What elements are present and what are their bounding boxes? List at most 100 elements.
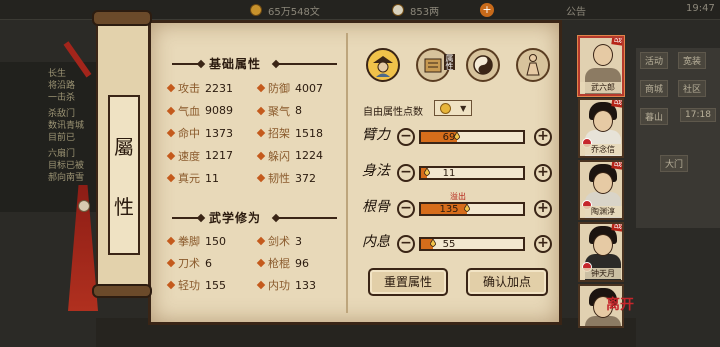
portrait-face — [593, 234, 613, 256]
stat-label: 真元 — [178, 172, 200, 185]
stat-label: 防御 — [268, 82, 290, 95]
stat-item: 枪棍 96 — [256, 255, 309, 271]
clock-readout: 19:47 — [686, 3, 715, 14]
stat-bullet — [166, 106, 176, 115]
stat-bullet — [256, 83, 266, 93]
stat-bullet — [166, 128, 176, 138]
silver-readout: 853两 — [410, 7, 440, 18]
stat-label: 聚气 — [268, 104, 290, 118]
attribute-bar: 135 — [419, 202, 525, 216]
attribute-value: 11 — [442, 168, 456, 179]
taiji-icon — [473, 55, 493, 75]
portrait-face — [593, 172, 613, 194]
side-button[interactable]: 宽装 — [678, 52, 707, 69]
stat-label: 拳脚 — [178, 235, 200, 248]
stat-value: 9089 — [205, 104, 233, 117]
stat-value: 2231 — [205, 81, 233, 95]
add-silver-button[interactable]: + — [480, 3, 494, 17]
stat-label: 躲闪 — [268, 149, 290, 163]
side-button[interactable]: 活动 — [640, 52, 669, 69]
increase-button[interactable]: + — [534, 235, 552, 253]
stat-item: 攻击 2231 — [166, 80, 233, 96]
scroll-title: 屬 性 — [108, 95, 140, 255]
character-icon — [373, 56, 393, 77]
quest-line: 郝向南雪 — [48, 173, 85, 183]
coin-icon — [439, 102, 451, 114]
decrease-button[interactable]: − — [397, 235, 415, 253]
decrease-button[interactable]: − — [397, 164, 415, 182]
stat-item: 聚气 8 — [256, 103, 302, 119]
attribute-name: 内息 — [362, 234, 390, 250]
increase-button[interactable]: + — [534, 200, 552, 218]
quest-line: 一击杀 — [48, 93, 76, 103]
party-portraits: 战武六郎战乔念信战陶渊淳战钟天月 — [578, 36, 624, 336]
quest-line: 目前已 — [48, 133, 76, 143]
increase-button[interactable]: + — [534, 164, 552, 182]
party-member-portrait[interactable]: 战陶渊淳 — [578, 160, 624, 220]
tab-attributes-tag: 属性 — [444, 54, 455, 70]
battle-badge: 战 — [611, 224, 622, 232]
side-button[interactable]: 暮山 — [640, 108, 669, 125]
attribute-name: 臂力 — [362, 127, 390, 143]
silver-icon — [392, 4, 404, 16]
side-button: 17:18 — [680, 108, 716, 122]
attribute-bar: 11 — [419, 166, 525, 180]
stat-bullet — [256, 106, 266, 115]
stat-item: 韧性 372 — [256, 170, 316, 186]
tab-taiji[interactable] — [466, 48, 500, 82]
attribute-name: 根骨 — [362, 199, 390, 215]
side-button[interactable]: 社区 — [678, 80, 707, 97]
stat-value: 6 — [205, 256, 212, 270]
side-menu — [636, 48, 720, 228]
reset-attributes-button[interactable]: 重置属性 — [368, 268, 448, 296]
stat-item: 招架 1518 — [256, 125, 323, 141]
announcement-link[interactable]: 公告 — [566, 3, 586, 18]
portrait-face — [593, 44, 613, 66]
attribute-bar: 69 — [419, 130, 525, 144]
tab-character[interactable] — [366, 48, 400, 82]
tassel-ball — [78, 200, 90, 212]
stat-item: 内功 133 — [256, 277, 316, 293]
stat-item: 剑术 3 — [256, 233, 302, 249]
stat-value: 133 — [295, 278, 316, 292]
free-points-selector[interactable]: ▼ — [434, 100, 472, 116]
party-member-portrait[interactable]: 战钟天月 — [578, 222, 624, 282]
heading-line — [279, 63, 337, 65]
leave-button[interactable]: 离开 — [606, 294, 634, 314]
stat-bullet — [166, 83, 176, 93]
stat-value: 96 — [295, 256, 309, 270]
side-button[interactable]: 商城 — [640, 80, 669, 97]
base-attributes-title: 基础属性 — [209, 57, 262, 71]
party-member-portrait[interactable]: 战武六郎 — [578, 36, 624, 96]
stat-bullet — [166, 236, 176, 246]
money-readout: 65万548文 — [268, 7, 320, 18]
stat-bullet — [166, 151, 176, 160]
party-member-portrait[interactable]: 战乔念信 — [578, 98, 624, 158]
side-button[interactable]: 大门 — [660, 155, 689, 172]
decrease-button[interactable]: − — [397, 128, 415, 146]
stat-value: 1373 — [205, 126, 233, 140]
attribute-value: 69 — [442, 132, 456, 143]
increase-button[interactable]: + — [534, 128, 552, 146]
panel-divider — [346, 33, 348, 313]
confirm-points-button[interactable]: 确认加点 — [466, 268, 548, 296]
stat-label: 攻击 — [178, 82, 200, 95]
scroll-title-top: 屬 — [114, 134, 134, 159]
stat-item: 气血 9089 — [166, 103, 233, 119]
martial-arts-title: 武学修为 — [209, 211, 262, 225]
stat-value: 1224 — [295, 149, 323, 162]
overflow-label: 溢出 — [450, 192, 466, 201]
decrease-button[interactable]: − — [397, 200, 415, 218]
stat-label: 招架 — [268, 127, 290, 140]
free-points-label: 自由属性点数 — [363, 107, 423, 118]
attribute-scroll-icon — [424, 58, 442, 73]
attribute-value: 135 — [439, 204, 459, 215]
stat-item: 真元 11 — [166, 170, 219, 186]
tab-meridian[interactable] — [516, 48, 550, 82]
scroll-title-bottom: 性 — [114, 194, 134, 219]
stat-value: 1518 — [295, 126, 323, 140]
stat-value: 1217 — [205, 149, 233, 162]
stat-bullet — [256, 280, 266, 290]
scroll-rod-top — [92, 10, 152, 26]
stat-bullet — [166, 258, 176, 268]
